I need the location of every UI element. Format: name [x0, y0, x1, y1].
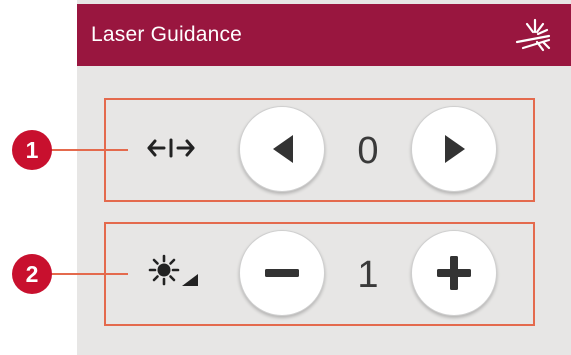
- brightness-icon: [148, 254, 198, 286]
- position-decrease-button[interactable]: [239, 106, 325, 192]
- brightness-increase-button[interactable]: [411, 230, 497, 316]
- laser-guidance-panel: Laser Guidance 0 1: [77, 0, 571, 355]
- position-increase-button[interactable]: [411, 106, 497, 192]
- laser-brightness-row: 1: [104, 222, 535, 326]
- arrow-left-icon: [273, 135, 293, 163]
- laser-icon: [515, 18, 551, 52]
- position-arrows-icon: [147, 138, 195, 158]
- callout-line: [40, 149, 128, 151]
- title-bar: Laser Guidance: [77, 4, 571, 66]
- callout-line: [40, 273, 128, 275]
- callout-badge: 2: [12, 254, 52, 294]
- position-value: 0: [357, 130, 379, 172]
- brightness-decrease-button[interactable]: [239, 230, 325, 316]
- callout-badge: 1: [12, 130, 52, 170]
- brightness-value: 1: [357, 254, 379, 296]
- minus-icon: [265, 269, 299, 277]
- laser-position-row: 0: [104, 98, 535, 202]
- plus-icon: [437, 256, 471, 290]
- window-title: Laser Guidance: [91, 23, 243, 46]
- arrow-right-icon: [445, 135, 465, 163]
